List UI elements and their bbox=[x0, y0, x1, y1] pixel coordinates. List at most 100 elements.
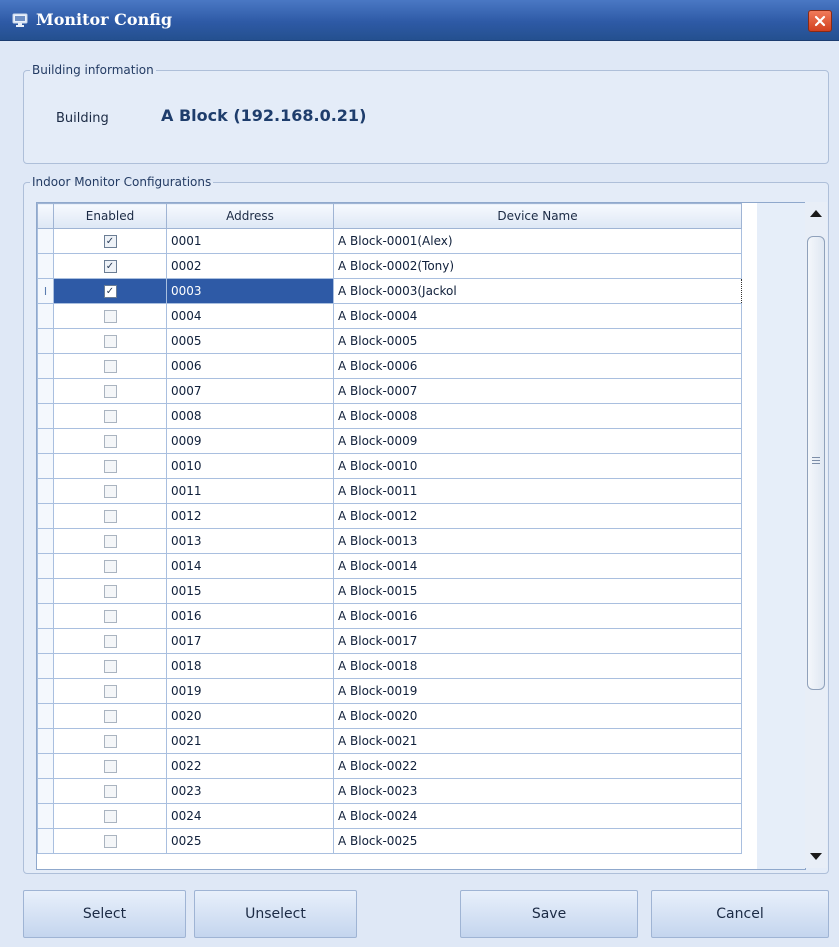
address-cell[interactable]: 0010 bbox=[166, 453, 334, 479]
table-row[interactable]: 0015 A Block-0015 bbox=[37, 578, 742, 604]
row-selector[interactable] bbox=[37, 678, 54, 704]
row-selector[interactable] bbox=[37, 378, 54, 404]
device-name-cell[interactable]: A Block-0013 bbox=[333, 528, 742, 554]
device-name-cell[interactable]: A Block-0004 bbox=[333, 303, 742, 329]
address-cell[interactable]: 0007 bbox=[166, 378, 334, 404]
table-row[interactable]: 0011 A Block-0011 bbox=[37, 478, 742, 504]
enabled-checkbox[interactable] bbox=[103, 585, 117, 598]
scroll-down-arrow-icon[interactable] bbox=[810, 853, 822, 860]
unselect-button[interactable]: Unselect bbox=[194, 890, 357, 938]
row-selector[interactable] bbox=[37, 403, 54, 429]
row-selector[interactable] bbox=[37, 353, 54, 379]
address-cell[interactable]: 0011 bbox=[166, 478, 334, 504]
monitor-grid[interactable]: Enabled Address Device Name ✓ 0001 A Block… bbox=[36, 202, 806, 870]
address-cell[interactable]: 0019 bbox=[166, 678, 334, 704]
enabled-checkbox[interactable] bbox=[103, 735, 117, 748]
device-name-cell[interactable]: A Block-0023 bbox=[333, 778, 742, 804]
device-name-cell[interactable]: A Block-0002(Tony) bbox=[333, 253, 742, 279]
enabled-checkbox[interactable] bbox=[103, 635, 117, 648]
enabled-checkbox[interactable] bbox=[103, 535, 117, 548]
enabled-checkbox-checked[interactable]: ✓ bbox=[103, 260, 117, 273]
device-name-cell[interactable]: A Block-0022 bbox=[333, 753, 742, 779]
row-selector[interactable] bbox=[37, 703, 54, 729]
table-row[interactable]: 0010 A Block-0010 bbox=[37, 453, 742, 479]
address-cell[interactable]: 0022 bbox=[166, 753, 334, 779]
address-cell[interactable]: 0015 bbox=[166, 578, 334, 604]
row-selector[interactable] bbox=[37, 603, 54, 629]
device-name-cell[interactable]: A Block-0011 bbox=[333, 478, 742, 504]
table-row[interactable]: 0022 A Block-0022 bbox=[37, 753, 742, 779]
row-selector[interactable]: I bbox=[37, 278, 54, 304]
table-row[interactable]: ✓ 0001 A Block-0001(Alex) bbox=[37, 228, 742, 254]
enabled-checkbox[interactable] bbox=[103, 510, 117, 523]
save-button[interactable]: Save bbox=[460, 890, 638, 938]
address-cell[interactable]: 0004 bbox=[166, 303, 334, 329]
row-selector[interactable] bbox=[37, 578, 54, 604]
device-name-cell[interactable]: A Block-0018 bbox=[333, 653, 742, 679]
address-cell[interactable]: 0024 bbox=[166, 803, 334, 829]
address-cell[interactable]: 0009 bbox=[166, 428, 334, 454]
close-button[interactable] bbox=[808, 10, 832, 32]
table-row[interactable]: 0017 A Block-0017 bbox=[37, 628, 742, 654]
table-row[interactable]: 0004 A Block-0004 bbox=[37, 303, 742, 329]
select-button[interactable]: Select bbox=[23, 890, 186, 938]
device-name-cell[interactable]: A Block-0010 bbox=[333, 453, 742, 479]
row-selector[interactable] bbox=[37, 228, 54, 254]
device-name-cell[interactable]: A Block-0024 bbox=[333, 803, 742, 829]
enabled-checkbox-checked[interactable]: ✓ bbox=[103, 235, 117, 248]
address-cell[interactable]: 0017 bbox=[166, 628, 334, 654]
enabled-checkbox[interactable] bbox=[103, 560, 117, 573]
address-cell[interactable]: 0014 bbox=[166, 553, 334, 579]
enabled-checkbox[interactable] bbox=[103, 310, 117, 323]
address-cell[interactable]: 0025 bbox=[166, 828, 334, 854]
title-bar[interactable]: Monitor Config bbox=[0, 0, 839, 41]
address-cell[interactable]: 0021 bbox=[166, 728, 334, 754]
device-name-cell[interactable]: A Block-0009 bbox=[333, 428, 742, 454]
row-selector[interactable] bbox=[37, 253, 54, 279]
enabled-checkbox-checked[interactable]: ✓ bbox=[103, 285, 117, 298]
enabled-checkbox[interactable] bbox=[103, 810, 117, 823]
cancel-button[interactable]: Cancel bbox=[651, 890, 829, 938]
address-cell[interactable]: 0002 bbox=[166, 253, 334, 279]
table-row[interactable]: 0009 A Block-0009 bbox=[37, 428, 742, 454]
table-row[interactable]: 0019 A Block-0019 bbox=[37, 678, 742, 704]
row-selector[interactable] bbox=[37, 453, 54, 479]
scroll-thumb[interactable] bbox=[807, 236, 825, 690]
table-row[interactable]: 0013 A Block-0013 bbox=[37, 528, 742, 554]
column-header-device-name[interactable]: Device Name bbox=[333, 203, 742, 229]
table-row[interactable]: 0025 A Block-0025 bbox=[37, 828, 742, 854]
row-selector[interactable] bbox=[37, 728, 54, 754]
device-name-cell[interactable]: A Block-0003(Jackol bbox=[333, 278, 742, 304]
row-selector[interactable] bbox=[37, 428, 54, 454]
row-selector[interactable] bbox=[37, 828, 54, 854]
address-cell[interactable]: 0003 bbox=[166, 278, 334, 304]
device-name-cell[interactable]: A Block-0017 bbox=[333, 628, 742, 654]
address-cell[interactable]: 0005 bbox=[166, 328, 334, 354]
enabled-checkbox[interactable] bbox=[103, 760, 117, 773]
device-name-cell[interactable]: A Block-0005 bbox=[333, 328, 742, 354]
enabled-checkbox[interactable] bbox=[103, 835, 117, 848]
device-name-cell[interactable]: A Block-0019 bbox=[333, 678, 742, 704]
table-row[interactable]: 0008 A Block-0008 bbox=[37, 403, 742, 429]
enabled-checkbox[interactable] bbox=[103, 360, 117, 373]
row-selector[interactable] bbox=[37, 303, 54, 329]
table-row[interactable]: 0007 A Block-0007 bbox=[37, 378, 742, 404]
device-name-cell[interactable]: A Block-0021 bbox=[333, 728, 742, 754]
enabled-checkbox[interactable] bbox=[103, 660, 117, 673]
row-selector[interactable] bbox=[37, 328, 54, 354]
table-row[interactable]: 0005 A Block-0005 bbox=[37, 328, 742, 354]
row-selector[interactable] bbox=[37, 528, 54, 554]
enabled-checkbox[interactable] bbox=[103, 460, 117, 473]
device-name-cell[interactable]: A Block-0008 bbox=[333, 403, 742, 429]
row-selector[interactable] bbox=[37, 478, 54, 504]
device-name-cell[interactable]: A Block-0014 bbox=[333, 553, 742, 579]
address-cell[interactable]: 0001 bbox=[166, 228, 334, 254]
address-cell[interactable]: 0012 bbox=[166, 503, 334, 529]
device-name-cell[interactable]: A Block-0012 bbox=[333, 503, 742, 529]
row-selector[interactable] bbox=[37, 753, 54, 779]
device-name-cell[interactable]: A Block-0006 bbox=[333, 353, 742, 379]
device-name-cell[interactable]: A Block-0001(Alex) bbox=[333, 228, 742, 254]
table-row[interactable]: 0014 A Block-0014 bbox=[37, 553, 742, 579]
row-selector[interactable] bbox=[37, 503, 54, 529]
enabled-checkbox[interactable] bbox=[103, 785, 117, 798]
